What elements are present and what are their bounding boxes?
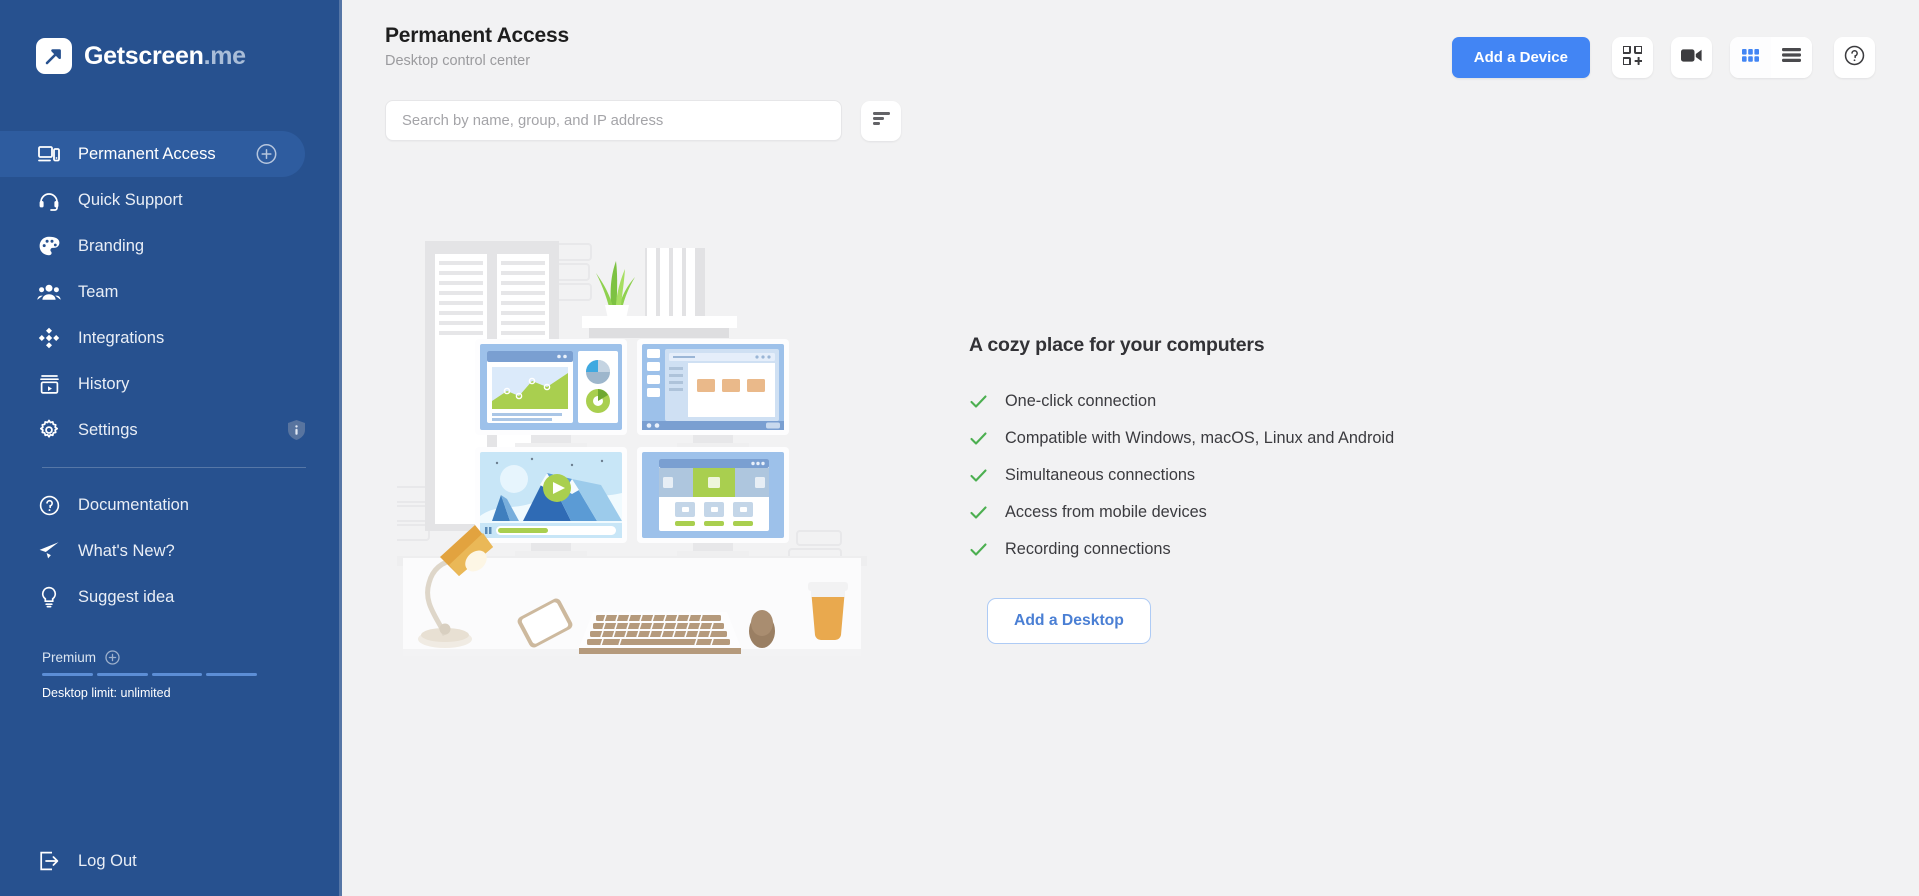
integrations-diamond-icon bbox=[36, 325, 62, 351]
logout-icon bbox=[36, 848, 62, 874]
sidebar-item-history[interactable]: History bbox=[0, 361, 342, 407]
feature-list: One-click connection Compatible with Win… bbox=[969, 383, 1394, 568]
brand-name-suffix: .me bbox=[203, 41, 246, 70]
sort-filter-button[interactable] bbox=[861, 100, 901, 141]
brand-name: Getscreen.me bbox=[84, 42, 246, 71]
lightbulb-icon bbox=[36, 584, 62, 610]
feature-label: Access from mobile devices bbox=[1005, 503, 1207, 521]
feature-label: One-click connection bbox=[1005, 392, 1157, 410]
check-mark-icon bbox=[969, 466, 988, 485]
sidebar-item-branding[interactable]: Branding bbox=[0, 223, 342, 269]
headset-icon bbox=[36, 187, 62, 213]
sidebar-item-settings[interactable]: Settings bbox=[0, 407, 342, 453]
top-bar: Permanent Access Desktop control center … bbox=[342, 0, 1919, 78]
feature-item: Recording connections bbox=[969, 531, 1394, 568]
check-mark-icon bbox=[969, 503, 988, 522]
list-view-button[interactable] bbox=[1771, 37, 1812, 78]
monitor-device-icon bbox=[36, 141, 62, 167]
sidebar-item-suggest-idea[interactable]: Suggest idea bbox=[0, 574, 342, 620]
qr-code-plus-icon bbox=[1622, 44, 1643, 70]
premium-segment bbox=[206, 673, 257, 676]
feature-label: Simultaneous connections bbox=[1005, 466, 1196, 484]
check-mark-icon bbox=[969, 540, 988, 559]
premium-plus-icon[interactable] bbox=[105, 650, 120, 665]
list-view-icon bbox=[1782, 48, 1801, 67]
app-root: Getscreen.me Permanent Access Quick Supp… bbox=[0, 0, 1919, 896]
brand-name-main: Getscreen bbox=[84, 41, 204, 70]
sidebar-divider bbox=[42, 467, 306, 468]
brand-logo[interactable]: Getscreen.me bbox=[0, 0, 342, 84]
sidebar-item-label: Settings bbox=[78, 420, 138, 439]
add-permanent-access-button[interactable] bbox=[256, 144, 277, 165]
video-camera-icon bbox=[1681, 48, 1702, 68]
video-recording-button[interactable] bbox=[1671, 37, 1712, 78]
logout-label: Log Out bbox=[78, 851, 137, 870]
top-actions: Add a Device bbox=[1451, 24, 1875, 78]
people-icon bbox=[36, 279, 62, 305]
feature-label: Recording connections bbox=[1005, 540, 1171, 558]
sidebar-item-label: Documentation bbox=[78, 495, 189, 514]
premium-progress-bar bbox=[42, 673, 257, 676]
search-box[interactable] bbox=[385, 100, 842, 141]
sidebar-item-label: History bbox=[78, 374, 130, 393]
page-title: Permanent Access bbox=[385, 24, 569, 47]
add-device-button[interactable]: Add a Device bbox=[1451, 37, 1590, 78]
history-archive-icon bbox=[36, 371, 62, 397]
feature-item: One-click connection bbox=[969, 383, 1394, 420]
add-desktop-button[interactable]: Add a Desktop bbox=[987, 598, 1151, 644]
gear-icon bbox=[36, 417, 62, 443]
page-subtitle: Desktop control center bbox=[385, 53, 531, 69]
question-circle-icon bbox=[36, 492, 62, 518]
promo-block: A cozy place for your computers One-clic… bbox=[867, 231, 1394, 644]
shield-info-icon[interactable] bbox=[287, 419, 306, 441]
promo-title: A cozy place for your computers bbox=[969, 334, 1265, 356]
desk-with-monitors-illustration bbox=[378, 231, 867, 691]
main-content: Permanent Access Desktop control center … bbox=[342, 0, 1919, 896]
sidebar-item-whats-new[interactable]: What's New? bbox=[0, 528, 342, 574]
feature-label: Compatible with Windows, macOS, Linux an… bbox=[1005, 429, 1395, 447]
help-button[interactable] bbox=[1834, 37, 1875, 78]
check-mark-icon bbox=[969, 429, 988, 448]
grid-view-button[interactable] bbox=[1730, 37, 1771, 78]
premium-segment bbox=[151, 673, 203, 676]
sidebar-secondary-nav: Documentation What's New? Suggest idea bbox=[0, 482, 342, 620]
palette-icon bbox=[36, 233, 62, 259]
paper-plane-icon bbox=[36, 538, 62, 564]
search-input[interactable] bbox=[402, 112, 825, 129]
sidebar-primary-nav: Permanent Access Quick Support Branding … bbox=[0, 131, 342, 453]
sidebar-item-label: Quick Support bbox=[78, 190, 183, 209]
desktop-limit-text: Desktop limit: unlimited bbox=[42, 686, 171, 700]
sidebar-item-label: Branding bbox=[78, 236, 145, 255]
premium-label: Premium bbox=[42, 650, 97, 665]
sidebar-item-integrations[interactable]: Integrations bbox=[0, 315, 342, 361]
feature-item: Compatible with Windows, macOS, Linux an… bbox=[969, 420, 1394, 457]
grid-view-icon bbox=[1742, 48, 1759, 67]
sidebar-item-label: Suggest idea bbox=[78, 587, 175, 606]
premium-segment bbox=[42, 673, 93, 676]
check-mark-icon bbox=[969, 392, 988, 411]
sidebar-item-label: Team bbox=[78, 282, 119, 301]
search-row bbox=[342, 78, 1919, 141]
feature-item: Access from mobile devices bbox=[969, 494, 1394, 531]
arrow-up-right-logo-icon bbox=[36, 38, 72, 74]
view-toggle-group bbox=[1730, 37, 1812, 78]
sidebar-item-label: What's New? bbox=[78, 541, 175, 560]
sidebar-item-team[interactable]: Team bbox=[0, 269, 342, 315]
empty-state: A cozy place for your computers One-clic… bbox=[342, 141, 1919, 691]
sidebar-item-label: Integrations bbox=[78, 328, 165, 347]
sidebar: Getscreen.me Permanent Access Quick Supp… bbox=[0, 0, 342, 896]
qr-code-plus-button[interactable] bbox=[1612, 37, 1653, 78]
question-circle-icon bbox=[1844, 45, 1865, 71]
premium-status: Premium Desktop limit: unlimited bbox=[0, 650, 342, 700]
sidebar-item-label: Permanent Access bbox=[78, 144, 216, 163]
logout-button[interactable]: Log Out bbox=[0, 826, 342, 896]
sidebar-item-quick-support[interactable]: Quick Support bbox=[0, 177, 342, 223]
premium-segment bbox=[96, 673, 148, 676]
sidebar-item-documentation[interactable]: Documentation bbox=[0, 482, 342, 528]
sidebar-item-permanent-access[interactable]: Permanent Access bbox=[0, 131, 305, 177]
sort-filter-icon bbox=[872, 111, 890, 130]
page-heading-block: Permanent Access Desktop control center bbox=[385, 24, 569, 69]
feature-item: Simultaneous connections bbox=[969, 457, 1394, 494]
